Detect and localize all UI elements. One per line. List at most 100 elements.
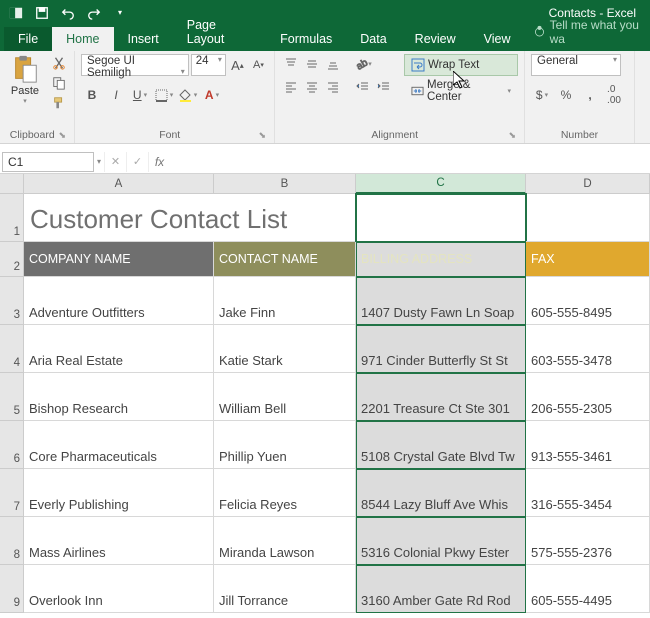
number-format-select[interactable]: General: [531, 54, 621, 76]
orientation-button[interactable]: ab▾: [353, 54, 373, 74]
cell-c5[interactable]: 2201 Treasure Ct Ste 301: [356, 373, 526, 421]
cell-c6[interactable]: 5108 Crystal Gate Blvd Tw: [356, 421, 526, 469]
cell-c4[interactable]: 971 Cinder Butterfly St St: [356, 325, 526, 373]
fill-color-button[interactable]: [177, 84, 199, 106]
cell-a3[interactable]: Adventure Outfitters: [24, 277, 214, 325]
alignment-launcher-icon[interactable]: ⬊: [508, 130, 518, 142]
accounting-format-button[interactable]: $: [531, 84, 553, 106]
col-header-c[interactable]: C: [356, 174, 526, 194]
name-box[interactable]: C1: [2, 152, 94, 172]
cell-d8[interactable]: 575-555-2376: [526, 517, 650, 565]
enter-formula-button[interactable]: ✓: [126, 152, 148, 172]
font-family-select[interactable]: Segoe UI Semiligh: [81, 54, 189, 76]
tab-review[interactable]: Review: [401, 27, 470, 51]
tab-file[interactable]: File: [4, 27, 52, 51]
align-top-button[interactable]: [281, 54, 301, 74]
increase-font-button[interactable]: A▴: [228, 55, 247, 75]
bold-button[interactable]: B: [81, 84, 103, 106]
col-header-d[interactable]: D: [526, 174, 650, 194]
col-header-a[interactable]: A: [24, 174, 214, 194]
save-icon[interactable]: [32, 3, 52, 23]
italic-button[interactable]: I: [105, 84, 127, 106]
align-left-button[interactable]: [281, 77, 301, 97]
cell-d5[interactable]: 206-555-2305: [526, 373, 650, 421]
row-header-3[interactable]: 3: [0, 277, 24, 325]
tab-view[interactable]: View: [470, 27, 525, 51]
insert-function-button[interactable]: fx: [148, 152, 170, 172]
increase-decimal-button[interactable]: .0.00: [603, 84, 625, 106]
tab-formulas[interactable]: Formulas: [266, 27, 346, 51]
border-button[interactable]: [153, 84, 175, 106]
cut-button[interactable]: [50, 54, 68, 72]
row-header-9[interactable]: 9: [0, 565, 24, 613]
row-header-7[interactable]: 7: [0, 469, 24, 517]
cell-c8[interactable]: 5316 Colonial Pkwy Ester: [356, 517, 526, 565]
header-company[interactable]: COMPANY NAME: [24, 242, 214, 277]
align-right-button[interactable]: [323, 77, 343, 97]
excel-icon[interactable]: [6, 3, 26, 23]
cancel-formula-button[interactable]: ✕: [104, 152, 126, 172]
format-painter-button[interactable]: [50, 94, 68, 112]
header-billing[interactable]: BILLING ADDRESS: [356, 242, 526, 277]
wrap-text-button[interactable]: Wrap Text: [404, 54, 518, 76]
cell-d6[interactable]: 913-555-3461: [526, 421, 650, 469]
cell-b9[interactable]: Jill Torrance: [214, 565, 356, 613]
merge-center-button[interactable]: Merge & Center ▾: [404, 80, 518, 102]
row-header-4[interactable]: 4: [0, 325, 24, 373]
align-bottom-button[interactable]: [323, 54, 343, 74]
font-color-button[interactable]: A: [201, 84, 223, 106]
cell-b5[interactable]: William Bell: [214, 373, 356, 421]
row-header-5[interactable]: 5: [0, 373, 24, 421]
tab-insert[interactable]: Insert: [114, 27, 173, 51]
paste-button[interactable]: Paste ▾: [6, 54, 44, 105]
font-size-select[interactable]: 24: [191, 54, 226, 76]
underline-button[interactable]: U: [129, 84, 151, 106]
cell-d7[interactable]: 316-555-3454: [526, 469, 650, 517]
decrease-indent-button[interactable]: [353, 77, 373, 97]
cell-b4[interactable]: Katie Stark: [214, 325, 356, 373]
row-header-6[interactable]: 6: [0, 421, 24, 469]
cell-b3[interactable]: Jake Finn: [214, 277, 356, 325]
row-header-2[interactable]: 2: [0, 242, 24, 277]
header-fax[interactable]: FAX: [526, 242, 650, 277]
title-cell[interactable]: Customer Contact List: [24, 194, 356, 242]
align-middle-button[interactable]: [302, 54, 322, 74]
font-launcher-icon[interactable]: ⬊: [258, 130, 268, 142]
cell-a6[interactable]: Core Pharmaceuticals: [24, 421, 214, 469]
header-contact[interactable]: CONTACT NAME: [214, 242, 356, 277]
clipboard-launcher-icon[interactable]: ⬊: [58, 130, 68, 142]
percent-format-button[interactable]: %: [555, 84, 577, 106]
cell-c9[interactable]: 3160 Amber Gate Rd Rod: [356, 565, 526, 613]
cell-b8[interactable]: Miranda Lawson: [214, 517, 356, 565]
row-header-1[interactable]: 1: [0, 194, 24, 242]
qat-customize-icon[interactable]: ▾: [110, 3, 130, 23]
row-header-8[interactable]: 8: [0, 517, 24, 565]
tab-page-layout[interactable]: Page Layout: [173, 13, 266, 51]
decrease-font-button[interactable]: A▾: [249, 55, 268, 75]
col-header-b[interactable]: B: [214, 174, 356, 194]
tab-home[interactable]: Home: [52, 27, 113, 51]
cell-a9[interactable]: Overlook Inn: [24, 565, 214, 613]
select-all-corner[interactable]: [0, 174, 24, 194]
cell-d1[interactable]: [526, 194, 650, 242]
tell-me[interactable]: Tell me what you wa: [533, 18, 650, 51]
increase-indent-button[interactable]: [374, 77, 394, 97]
align-center-button[interactable]: [302, 77, 322, 97]
cell-a5[interactable]: Bishop Research: [24, 373, 214, 421]
cell-c7[interactable]: 8544 Lazy Bluff Ave Whis: [356, 469, 526, 517]
cell-d4[interactable]: 603-555-3478: [526, 325, 650, 373]
cell-b7[interactable]: Felicia Reyes: [214, 469, 356, 517]
cell-a7[interactable]: Everly Publishing: [24, 469, 214, 517]
cell-a4[interactable]: Aria Real Estate: [24, 325, 214, 373]
cell-d9[interactable]: 605-555-4495: [526, 565, 650, 613]
cell-d3[interactable]: 605-555-8495: [526, 277, 650, 325]
cell-c3[interactable]: 1407 Dusty Fawn Ln Soap: [356, 277, 526, 325]
cell-c1[interactable]: [356, 194, 526, 242]
tab-data[interactable]: Data: [346, 27, 400, 51]
cell-a8[interactable]: Mass Airlines: [24, 517, 214, 565]
undo-icon[interactable]: [58, 3, 78, 23]
formula-input[interactable]: [170, 152, 650, 172]
redo-icon[interactable]: [84, 3, 104, 23]
comma-format-button[interactable]: ,: [579, 84, 601, 106]
cell-b6[interactable]: Phillip Yuen: [214, 421, 356, 469]
